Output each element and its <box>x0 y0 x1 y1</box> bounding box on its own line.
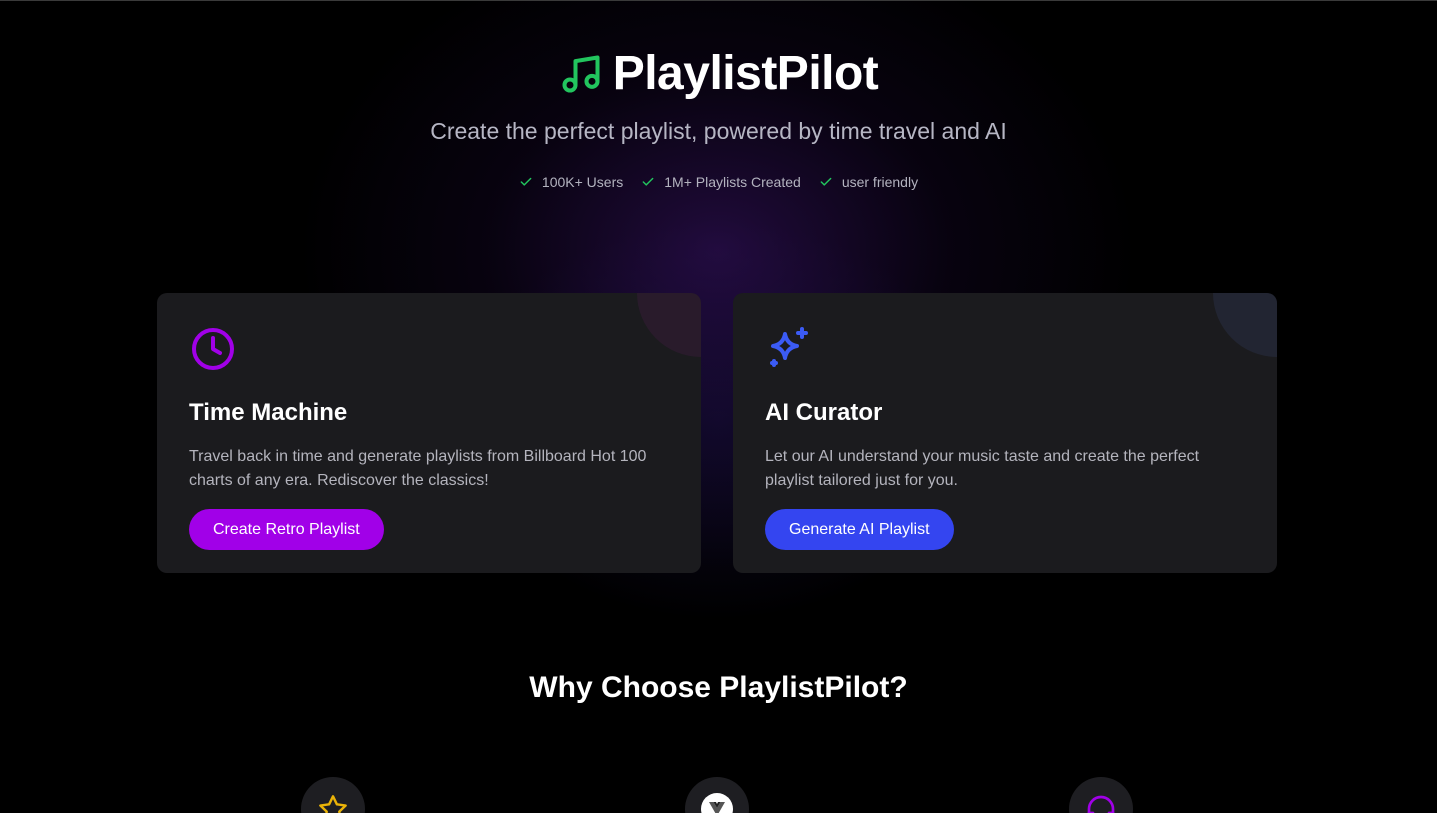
stat-playlists: 1M+ Playlists Created <box>641 174 801 190</box>
stat-label: user friendly <box>841 174 919 190</box>
hero-subtitle: Create the perfect playlist, powered by … <box>430 118 1007 144</box>
landing-page: PlaylistPilot Create the perfect playlis… <box>0 0 1437 813</box>
stat-label: 100K+ Users <box>541 174 624 190</box>
clock-icon <box>189 325 237 373</box>
brand: PlaylistPilot <box>559 46 879 102</box>
star-icon <box>317 777 349 813</box>
check-icon <box>641 175 655 189</box>
card-title: AI Curator <box>765 399 883 426</box>
feature-star-badge <box>301 777 365 813</box>
check-icon <box>519 175 533 189</box>
card-description: Let our AI understand your music taste a… <box>765 448 1200 489</box>
stat-friendly: user friendly <box>819 174 918 190</box>
brand-title: PlaylistPilot <box>612 47 879 100</box>
music-note-icon <box>559 52 603 96</box>
stat-users: 100K+ Users <box>519 174 623 190</box>
stats-row: 100K+ Users 1M+ Playlists Created user f… <box>0 174 1437 190</box>
time-machine-card: Time Machine Travel back in time and gen… <box>157 293 701 573</box>
feature-headphones-badge <box>1069 777 1133 813</box>
generate-ai-playlist-button[interactable]: Generate AI Playlist <box>765 509 954 550</box>
ai-curator-card: AI Curator Let our AI understand your mu… <box>733 293 1277 573</box>
feature-vue-badge <box>685 777 749 813</box>
check-icon <box>819 175 833 189</box>
hero-section: PlaylistPilot Create the perfect playlis… <box>0 46 1437 190</box>
stat-label: 1M+ Playlists Created <box>664 174 801 190</box>
vue-logo-icon <box>701 777 733 813</box>
sparkles-icon <box>765 325 813 373</box>
card-title: Time Machine <box>189 399 348 426</box>
card-corner-decoration <box>637 293 701 357</box>
headphones-icon <box>1085 777 1117 813</box>
top-border <box>0 0 1437 1</box>
card-description: Travel back in time and generate playlis… <box>189 448 647 489</box>
create-retro-playlist-button[interactable]: Create Retro Playlist <box>189 509 384 550</box>
card-corner-decoration <box>1213 293 1277 357</box>
why-choose-heading: Why Choose PlaylistPilot? <box>529 671 908 704</box>
